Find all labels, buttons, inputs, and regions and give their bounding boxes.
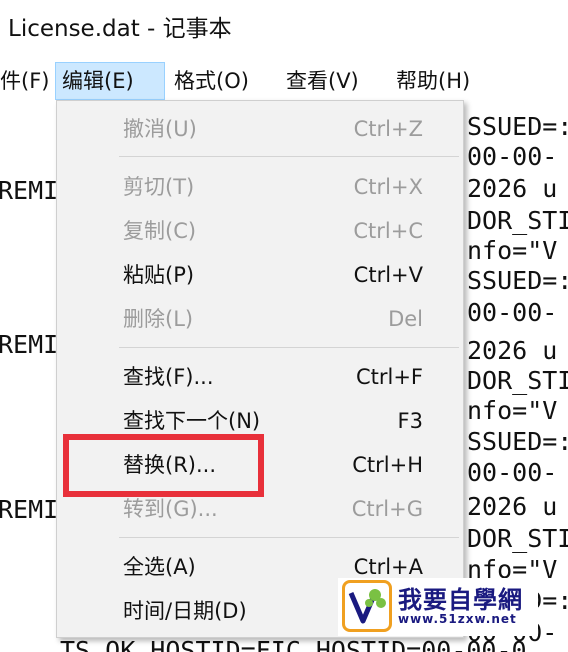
editor-line: SSUED=: bbox=[467, 112, 568, 141]
editor-line: nfo="V bbox=[467, 236, 558, 265]
menu-item-label: 粘贴(P) bbox=[123, 263, 195, 287]
menu-item-label: 查找(F)... bbox=[123, 365, 214, 389]
menu-item-shortcut: F3 bbox=[397, 409, 423, 433]
window-title: License.dat - 记事本 bbox=[8, 16, 232, 42]
editor-line: DOR_STI bbox=[467, 366, 568, 395]
menu-format[interactable]: 格式(O) bbox=[168, 62, 255, 100]
menu-edit[interactable]: 编辑(E) bbox=[55, 62, 165, 100]
menu-item-shortcut: Ctrl+V bbox=[353, 263, 423, 287]
menu-bar: 件(F) 编辑(E) 格式(O) 查看(V) 帮助(H) bbox=[0, 62, 568, 101]
menu-file[interactable]: 件(F) bbox=[0, 62, 55, 100]
editor-line: 00-00- bbox=[467, 458, 558, 487]
logo-icon bbox=[342, 580, 392, 632]
watermark-name: 我要自學網 bbox=[398, 586, 523, 614]
menu-item-label: 时间/日期(D) bbox=[123, 599, 247, 623]
watermark-url: www.51zxw.net bbox=[398, 612, 517, 626]
editor-line: 00-00- bbox=[467, 298, 558, 327]
menu-item-copy[interactable]: 复制(C) Ctrl+C bbox=[57, 209, 463, 253]
menu-item-shortcut: Ctrl+X bbox=[353, 175, 423, 199]
menu-item-shortcut: Ctrl+F bbox=[355, 365, 423, 389]
menu-item-label: 剪切(T) bbox=[123, 175, 195, 199]
menu-item-shortcut: Del bbox=[388, 307, 423, 331]
menu-item-shortcut: Ctrl+Z bbox=[353, 117, 423, 141]
editor-line: TS_OK HOSTID=FIC_HOSTID=00-00-0 bbox=[60, 636, 527, 652]
menu-item-shortcut: Ctrl+C bbox=[353, 219, 423, 243]
editor-line: REMI bbox=[0, 176, 59, 205]
watermark: 我要自學網 www.51zxw.net bbox=[338, 578, 538, 636]
editor-line: DOR_STI bbox=[467, 524, 568, 553]
menu-help[interactable]: 帮助(H) bbox=[390, 62, 476, 100]
menu-item-find[interactable]: 查找(F)... Ctrl+F bbox=[57, 355, 463, 399]
menu-item-undo[interactable]: 撤消(U) Ctrl+Z bbox=[57, 107, 463, 151]
menu-item-label: 复制(C) bbox=[123, 219, 197, 243]
menu-item-delete[interactable]: 删除(L) Del bbox=[57, 297, 463, 341]
menu-item-label: 撤消(U) bbox=[123, 117, 197, 141]
title-bar: License.dat - 记事本 bbox=[0, 0, 568, 62]
menu-item-shortcut: Ctrl+G bbox=[351, 497, 423, 521]
editor-line: 2026 u bbox=[467, 336, 558, 365]
editor-line: 00-00- bbox=[467, 142, 558, 171]
menu-separator bbox=[119, 347, 459, 348]
menu-item-label: 全选(A) bbox=[123, 555, 196, 579]
editor-line: REMI bbox=[0, 330, 59, 359]
menu-item-shortcut: Ctrl+H bbox=[352, 453, 423, 477]
highlight-box bbox=[63, 434, 264, 497]
menu-separator bbox=[119, 156, 459, 157]
edit-menu-dropdown: 撤消(U) Ctrl+Z 剪切(T) Ctrl+X 复制(C) Ctrl+C 粘… bbox=[56, 100, 464, 638]
editor-line: REMI bbox=[0, 495, 59, 524]
editor-line: SSUED=: bbox=[467, 427, 568, 456]
editor-line: 2026 u bbox=[467, 492, 558, 521]
menu-item-label: 删除(L) bbox=[123, 307, 194, 331]
menu-view[interactable]: 查看(V) bbox=[280, 62, 365, 100]
menu-item-cut[interactable]: 剪切(T) Ctrl+X bbox=[57, 165, 463, 209]
editor-line: SSUED=: bbox=[467, 266, 568, 295]
menu-item-paste[interactable]: 粘贴(P) Ctrl+V bbox=[57, 253, 463, 297]
editor-line: 2026 u bbox=[467, 174, 558, 203]
editor-line: DOR_STI bbox=[467, 206, 568, 235]
menu-separator bbox=[119, 537, 459, 538]
editor-line: nfo="V bbox=[467, 396, 558, 425]
